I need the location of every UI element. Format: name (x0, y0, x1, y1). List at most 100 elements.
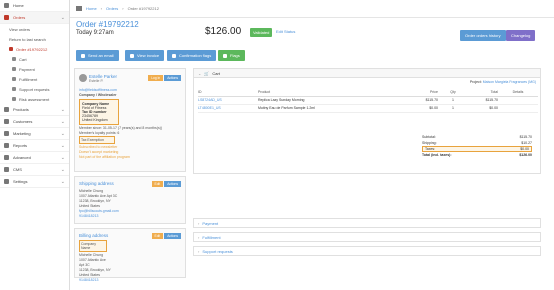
customer-nickname: Estelle P. (89, 79, 104, 83)
support-icon (12, 87, 16, 91)
customer-column: Estelle Parker Estelle P. Log in Actions … (74, 68, 186, 282)
actions-button[interactable]: Actions (164, 181, 181, 187)
chevron-right-icon: › (198, 248, 200, 254)
confirmation-flags-button[interactable]: Confirmation flags (167, 50, 217, 61)
gear-icon (4, 179, 9, 184)
edit-button[interactable]: Edit (151, 181, 164, 187)
flag-icon (172, 53, 176, 58)
reports-icon (4, 143, 9, 148)
view-invoice-button[interactable]: View invoice (125, 50, 165, 61)
products-icon (4, 107, 9, 112)
chevron-right-icon: › (198, 234, 200, 240)
sidebar-item-advanced[interactable]: Advanced ⌄ (0, 152, 69, 164)
truck-icon (12, 77, 16, 81)
sidebar-item-payment[interactable]: Payment (0, 64, 69, 74)
cart-icon: 🛒 (204, 70, 210, 76)
chevron-right-icon: › (198, 220, 200, 226)
cart-table: ID Product Price Qty Total Details LS872… (198, 88, 538, 113)
breadcrumb-orders[interactable]: Orders (106, 6, 118, 11)
flag-icon (223, 53, 227, 58)
sidebar-item-products[interactable]: Products ⌄ (0, 104, 69, 116)
chevron-down-icon: ⌄ (60, 131, 65, 137)
order-history-button[interactable]: Order orders history (460, 30, 506, 41)
chevron-down-icon: ⌄ (60, 15, 65, 21)
sidebar-item-reports[interactable]: Reports ⌄ (0, 140, 69, 152)
breadcrumb: Home › Orders › Order #19792212 (70, 0, 554, 18)
customer-email[interactable]: info@fieldsoffitness.com (79, 88, 181, 92)
cart-icon (12, 57, 16, 61)
send-email-button[interactable]: Send an email (76, 50, 119, 61)
sidebar-item-return-search[interactable]: Return to last search (0, 34, 69, 44)
customers-icon (4, 119, 9, 124)
sidebar-item-risk[interactable]: Risk assessment (0, 94, 69, 104)
edit-button[interactable]: Edit (151, 233, 164, 239)
sidebar-item-settings[interactable]: Settings ⌄ (0, 176, 69, 188)
loyalty-points: Member's loyalty points: 6 (79, 131, 120, 135)
chevron-down-icon: ⌄ (60, 167, 65, 173)
order-icon (9, 47, 13, 51)
flag-marketing: Doesn't accept marketing (79, 150, 119, 154)
avatar (79, 74, 87, 82)
flags-button[interactable]: Flags (218, 50, 245, 61)
cart-section: ⌄ 🛒 Cart Project: Maison Margiela Fragranc… (193, 68, 541, 256)
customer-panel: Estelle Parker Estelle P. Log in Actions … (74, 68, 186, 172)
chevron-down-icon: ⌄ (60, 155, 65, 161)
sidebar-item-orders[interactable]: Orders ⌄ (0, 12, 69, 24)
order-header: Order #19792212 Today 9:27am $126.00 Val… (70, 18, 554, 48)
chevron-down-icon: ⌄ (60, 179, 65, 185)
chevron-down-icon: ⌄ (198, 70, 202, 76)
breadcrumb-current: Order #19792212 (127, 6, 159, 11)
action-bar: Send an email View invoice Confirmation … (70, 50, 554, 64)
member-since: Member since: 31-05-17 (7 years(s) and 8… (79, 126, 163, 130)
chevron-down-icon: ⌄ (60, 143, 65, 149)
cms-icon (4, 167, 9, 172)
order-summary: Subtotal: $115.70 Shipping: $10.27 Taxes: $… (422, 135, 532, 157)
sidebar-item-view-orders[interactable]: View orders (0, 24, 69, 34)
sidebar: Home Orders ⌄ View orders Return to last … (0, 0, 70, 290)
order-date: Today 9:27am (76, 30, 114, 36)
sidebar-item-customers[interactable]: Customers ⌄ (0, 116, 69, 128)
chevron-down-icon: ⌄ (60, 119, 65, 125)
advanced-icon (4, 155, 9, 160)
home-icon (4, 3, 9, 8)
home-icon[interactable] (76, 6, 82, 11)
email-icon (81, 53, 85, 58)
edit-status-link[interactable]: Edit Status (276, 29, 295, 34)
chevron-down-icon: ⌄ (60, 107, 65, 113)
table-row: LT4800E1_US Mutiny Eau de Parfum Sample … (198, 104, 538, 113)
status-badge: Validated (250, 28, 273, 37)
customer-type: Company / Wholesaler (79, 93, 117, 97)
page-title: Order #19792212 (76, 20, 139, 29)
company-box: Company Name Field of Fitness Tax ID num… (79, 99, 119, 125)
breadcrumb-home[interactable]: Home (86, 6, 97, 11)
order-amount: $126.00 (205, 26, 242, 37)
flag-affiliation: Not part of the affiliation program (79, 155, 130, 159)
sidebar-item-fulfillment[interactable]: Fulfillment (0, 74, 69, 84)
sidebar-item-order[interactable]: Order #19792212 (0, 44, 69, 54)
billing-panel: Billing address Edit Actions Company Name… (74, 228, 186, 282)
cart-header[interactable]: ⌄ 🛒 Cart (193, 68, 541, 78)
actions-button[interactable]: Actions (164, 233, 181, 239)
payment-section[interactable]: › Payment (193, 218, 541, 228)
cart-body: Project: Maison Margiela Fragrances (MG)… (193, 78, 541, 174)
sidebar-item-cart[interactable]: Cart (0, 54, 69, 64)
sidebar-item-home[interactable]: Home (0, 0, 69, 12)
actions-button[interactable]: Actions (164, 75, 181, 81)
cart-icon (4, 15, 9, 20)
flag-newsletter: Subscribed to newsletter (79, 145, 118, 149)
changelog-button[interactable]: Changelog (506, 30, 536, 41)
payment-icon (12, 67, 16, 71)
marketing-icon (4, 131, 9, 136)
support-section[interactable]: › Support requests (193, 246, 541, 256)
fulfillment-section[interactable]: › Fulfillment (193, 232, 541, 242)
risk-icon (12, 97, 16, 101)
sidebar-item-cms[interactable]: CMS ⌄ (0, 164, 69, 176)
invoice-icon (130, 53, 134, 58)
sidebar-item-marketing[interactable]: Marketing ⌄ (0, 128, 69, 140)
sidebar-item-support[interactable]: Support requests (0, 84, 69, 94)
table-row: LS8724AD_US Replica Lazy Sunday Morning … (198, 96, 538, 105)
tax-exemption: Tax Exemption (79, 136, 115, 144)
project-label: Project: Maison Margiela Fragrances (MG) (469, 80, 536, 84)
shipping-panel: Shipping address Edit Actions Michelle Ch… (74, 176, 186, 224)
login-button[interactable]: Log in (148, 75, 164, 81)
